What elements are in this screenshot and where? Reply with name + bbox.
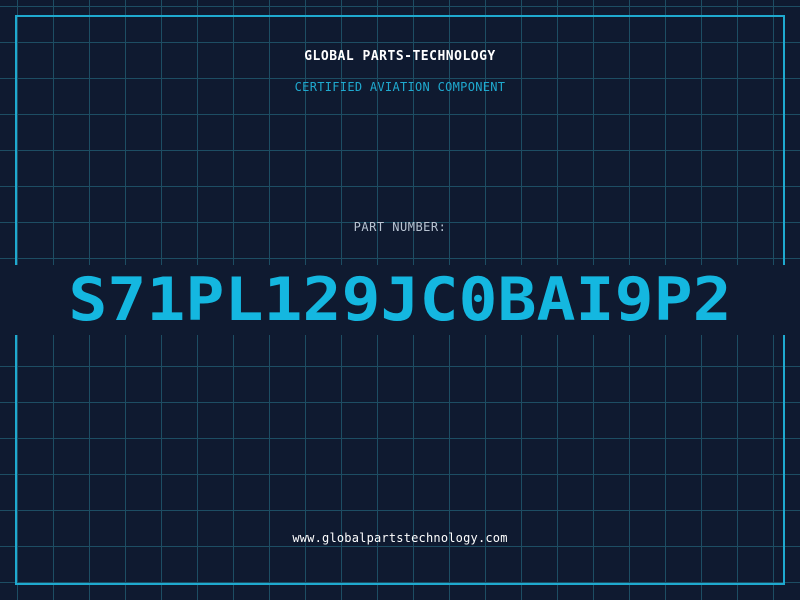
website-url: www.globalpartstechnology.com — [292, 531, 508, 545]
tagline: CERTIFIED AVIATION COMPONENT — [294, 80, 506, 94]
part-number-label: PART NUMBER: — [353, 220, 447, 234]
brand-name: GLOBAL PARTS-TECHNOLOGY — [304, 49, 496, 64]
part-number-value: S71PL129JC0BAI9P2 — [68, 265, 732, 335]
